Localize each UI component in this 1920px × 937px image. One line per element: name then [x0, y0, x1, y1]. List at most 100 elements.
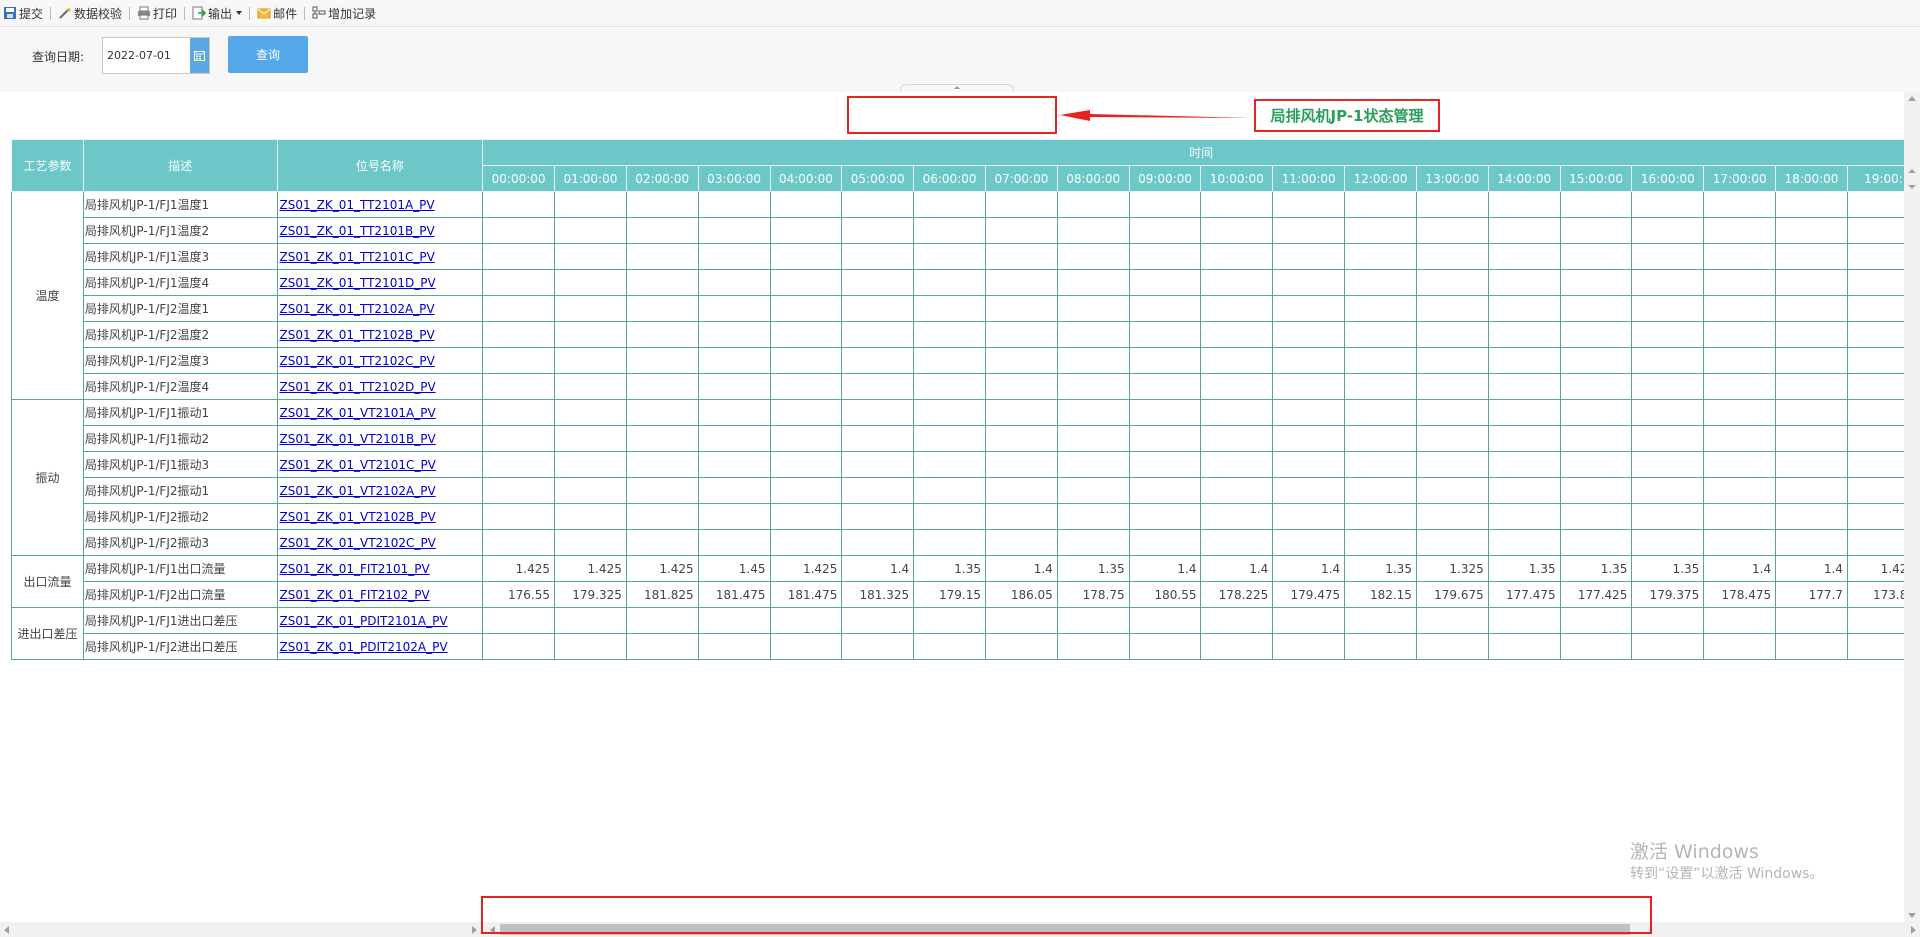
value-cell[interactable]: 1.425: [769, 555, 843, 582]
value-cell[interactable]: [1559, 529, 1633, 556]
value-cell[interactable]: [1559, 269, 1633, 296]
value-cell[interactable]: [1703, 451, 1777, 478]
value-cell[interactable]: 1.35: [1056, 555, 1130, 582]
value-cell[interactable]: [1703, 425, 1777, 452]
value-cell[interactable]: [913, 269, 986, 296]
value-cell[interactable]: [1559, 295, 1633, 322]
value-cell[interactable]: [1631, 425, 1705, 452]
value-cell[interactable]: [984, 529, 1058, 556]
value-cell[interactable]: [1631, 217, 1705, 244]
value-cell[interactable]: [1415, 399, 1489, 426]
value-cell[interactable]: [1559, 321, 1633, 348]
value-cell[interactable]: [625, 607, 699, 634]
value-cell[interactable]: [1056, 295, 1130, 322]
value-cell[interactable]: [769, 191, 843, 218]
value-cell[interactable]: [1775, 503, 1848, 530]
value-cell[interactable]: 178.75: [1056, 581, 1130, 608]
value-cell[interactable]: [984, 399, 1058, 426]
value-cell[interactable]: [1128, 373, 1202, 400]
value-cell[interactable]: [1631, 269, 1705, 296]
value-cell[interactable]: [1200, 529, 1274, 556]
value-cell[interactable]: [1775, 477, 1848, 504]
value-cell[interactable]: [625, 269, 699, 296]
value-cell[interactable]: [697, 217, 771, 244]
value-cell[interactable]: [1775, 295, 1848, 322]
value-cell[interactable]: [841, 425, 915, 452]
value-cell[interactable]: [554, 451, 627, 478]
value-cell[interactable]: [482, 243, 556, 270]
value-cell[interactable]: [1775, 451, 1848, 478]
value-cell[interactable]: [482, 347, 556, 374]
value-cell[interactable]: [841, 269, 915, 296]
value-cell[interactable]: [1775, 633, 1848, 660]
value-cell[interactable]: [841, 529, 915, 556]
value-cell[interactable]: [1559, 217, 1633, 244]
value-cell[interactable]: [913, 217, 986, 244]
value-cell[interactable]: [1775, 321, 1848, 348]
value-cell[interactable]: [1487, 243, 1561, 270]
tag-link[interactable]: ZS01_ZK_01_VT2101A_PV: [280, 406, 436, 420]
value-cell[interactable]: [1344, 633, 1417, 660]
value-cell[interactable]: [1344, 347, 1417, 374]
value-cell[interactable]: [697, 451, 771, 478]
value-cell[interactable]: [913, 399, 986, 426]
value-cell[interactable]: [1775, 373, 1848, 400]
value-cell[interactable]: [625, 451, 699, 478]
value-cell[interactable]: [554, 477, 627, 504]
value-cell[interactable]: [1487, 399, 1561, 426]
value-cell[interactable]: 1.4: [841, 555, 915, 582]
value-cell[interactable]: [841, 477, 915, 504]
tag-link[interactable]: ZS01_ZK_01_PDIT2101A_PV: [280, 614, 448, 628]
value-cell[interactable]: [1559, 477, 1633, 504]
value-cell[interactable]: 1.425: [482, 555, 556, 582]
value-cell[interactable]: [984, 477, 1058, 504]
value-cell[interactable]: 178.225: [1200, 581, 1274, 608]
print-button[interactable]: 打印: [134, 0, 180, 27]
value-cell[interactable]: [1631, 477, 1705, 504]
value-cell[interactable]: [841, 295, 915, 322]
value-cell[interactable]: [769, 399, 843, 426]
value-cell[interactable]: [554, 347, 627, 374]
value-cell[interactable]: [697, 607, 771, 634]
value-cell[interactable]: [697, 269, 771, 296]
value-cell[interactable]: [625, 399, 699, 426]
value-cell[interactable]: [1703, 321, 1777, 348]
value-cell[interactable]: [1559, 633, 1633, 660]
value-cell[interactable]: [1775, 269, 1848, 296]
value-cell[interactable]: [1415, 243, 1489, 270]
value-cell[interactable]: [984, 451, 1058, 478]
value-cell[interactable]: [1559, 503, 1633, 530]
value-cell[interactable]: [1703, 191, 1777, 218]
value-cell[interactable]: 1.4: [1775, 555, 1848, 582]
value-cell[interactable]: [913, 451, 986, 478]
value-cell[interactable]: [625, 347, 699, 374]
value-cell[interactable]: [769, 347, 843, 374]
value-cell[interactable]: [841, 607, 915, 634]
value-cell[interactable]: [769, 217, 843, 244]
value-cell[interactable]: [1344, 425, 1417, 452]
value-cell[interactable]: [554, 191, 627, 218]
collapse-handle[interactable]: [900, 84, 1014, 92]
value-cell[interactable]: [1415, 191, 1489, 218]
data-validate-button[interactable]: 数据校验: [55, 0, 125, 27]
value-cell[interactable]: [697, 243, 771, 270]
value-cell[interactable]: [1128, 633, 1202, 660]
value-cell[interactable]: 179.475: [1272, 581, 1346, 608]
value-cell[interactable]: [1415, 217, 1489, 244]
scroll-down-icon[interactable]: [1908, 913, 1916, 918]
value-cell[interactable]: [1128, 477, 1202, 504]
value-cell[interactable]: 177.7: [1775, 581, 1848, 608]
value-cell[interactable]: [625, 321, 699, 348]
value-cell[interactable]: [1344, 217, 1417, 244]
value-cell[interactable]: 181.475: [769, 581, 843, 608]
value-cell[interactable]: [482, 217, 556, 244]
value-cell[interactable]: 1.35: [913, 555, 986, 582]
value-cell[interactable]: 181.325: [841, 581, 915, 608]
value-cell[interactable]: [1272, 269, 1346, 296]
value-cell[interactable]: [1487, 217, 1561, 244]
tag-link[interactable]: ZS01_ZK_01_TT2101B_PV: [280, 224, 435, 238]
value-cell[interactable]: [1200, 295, 1274, 322]
value-cell[interactable]: [1272, 633, 1346, 660]
value-cell[interactable]: [1415, 269, 1489, 296]
value-cell[interactable]: [1559, 425, 1633, 452]
